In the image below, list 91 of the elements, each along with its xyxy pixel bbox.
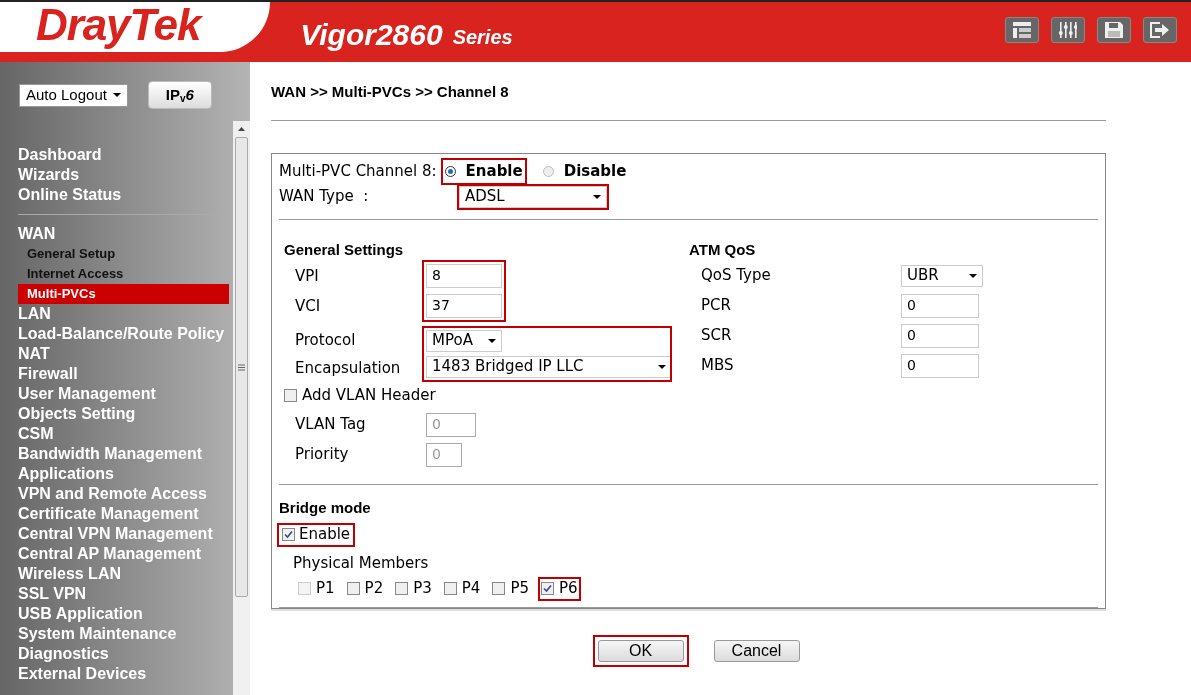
- qos-type-select[interactable]: UBR: [901, 264, 983, 287]
- field-label: SCR: [700, 325, 733, 347]
- checkbox-label: Add VLAN Header: [302, 385, 436, 407]
- vpi-field[interactable]: 8: [426, 263, 502, 288]
- sidebar-item[interactable]: Central VPN Management: [18, 524, 229, 544]
- ipv6-button[interactable]: IP$_{v}$6: [147, 81, 212, 109]
- section-heading: General Settings: [283, 239, 405, 260]
- field-label: PCR: [700, 295, 732, 317]
- sliders-icon: [1059, 22, 1077, 38]
- sidebar-item[interactable]: External Devices: [18, 664, 229, 684]
- checkbox[interactable]: [284, 389, 297, 402]
- sidebar-item[interactable]: WAN: [18, 224, 229, 244]
- member-option[interactable]: P6: [539, 578, 579, 599]
- member-option[interactable]: P5: [491, 578, 530, 599]
- caret-icon: [112, 93, 121, 97]
- model-title: Vigor2860: [300, 20, 443, 50]
- sidebar-item[interactable]: Central AP Management: [18, 544, 229, 564]
- sidebar-item[interactable]: Load-Balance/Route Policy: [18, 324, 229, 344]
- radio-option[interactable]: Disable: [540, 160, 629, 183]
- sidebar-item[interactable]: Bandwidth Management: [18, 444, 229, 464]
- field-label: VLAN Tag: [294, 414, 367, 436]
- sidebar-item[interactable]: Wizards: [18, 165, 229, 185]
- wan-type-label: WAN Type :: [279, 186, 370, 208]
- sidebar-item[interactable]: Objects Setting: [18, 404, 229, 424]
- series-title: Series: [452, 27, 513, 47]
- brand-logo: DrayTek: [36, 3, 201, 47]
- layout-icon: [1013, 22, 1031, 38]
- member-option[interactable]: P4: [442, 578, 482, 599]
- channel-label: Multi-PVC Channel 8:: [279, 161, 437, 183]
- sidebar-item[interactable]: LAN: [18, 304, 229, 324]
- members-label: Physical Members: [292, 552, 430, 574]
- logout-icon: [1150, 22, 1170, 38]
- sidebar-item[interactable]: NAT: [18, 344, 229, 364]
- sidebar-item[interactable]: Online Status: [18, 185, 229, 205]
- field-label: Encapsulation: [295, 357, 402, 379]
- sidebar-item[interactable]: Wireless LAN: [18, 564, 229, 584]
- auto-logout-select[interactable]: Auto Logout: [19, 83, 128, 107]
- section-heading: ATM QoS: [689, 239, 757, 260]
- sidebar-item[interactable]: User Management: [18, 384, 229, 404]
- caret-icon: [658, 364, 666, 369]
- sidebar-item[interactable]: Multi-PVCs: [18, 284, 229, 304]
- sidebar-item[interactable]: Diagnostics: [18, 644, 229, 664]
- encapsulation-select[interactable]: 1483 Bridged IP LLC: [426, 355, 672, 378]
- caret-icon: [488, 338, 496, 343]
- sidebar-item[interactable]: Applications: [18, 464, 229, 484]
- sidebar-item[interactable]: Certificate Management: [18, 504, 229, 524]
- toolbar-button[interactable]: [1051, 17, 1085, 43]
- scroll-thumb[interactable]: [235, 137, 248, 597]
- checkbox[interactable]: [346, 582, 360, 595]
- grip-icon: [238, 363, 245, 371]
- checkbox[interactable]: [282, 528, 295, 541]
- field-label: Protocol: [295, 329, 357, 351]
- checkbox[interactable]: [540, 582, 554, 595]
- caret-icon: [969, 273, 977, 278]
- field-label: QoS Type: [700, 265, 772, 287]
- section-heading: Bridge mode: [279, 497, 372, 518]
- checkbox[interactable]: [395, 582, 409, 595]
- sidebar-item[interactable]: USB Application: [18, 604, 229, 624]
- bridge-enable-option[interactable]: Enable: [279, 524, 354, 545]
- caret-icon: [593, 194, 601, 199]
- wan-type-select[interactable]: ADSL: [459, 185, 607, 208]
- qos-field[interactable]: 0: [901, 293, 979, 318]
- sidebar-item[interactable]: Firewall: [18, 364, 229, 384]
- toolbar-button[interactable]: [1143, 17, 1177, 43]
- member-option[interactable]: P3: [394, 578, 433, 599]
- sidebar-item[interactable]: Dashboard: [18, 145, 229, 165]
- field-label: MBS: [700, 355, 735, 377]
- member-option[interactable]: P2: [345, 578, 385, 599]
- radio-option[interactable]: Enable: [442, 160, 525, 183]
- form-button[interactable]: OK: [592, 634, 689, 667]
- qos-field[interactable]: 0: [901, 323, 979, 348]
- vci-field[interactable]: 37: [426, 293, 502, 318]
- sidebar-item[interactable]: General Setup: [18, 244, 229, 264]
- protocol-select[interactable]: MPoA: [426, 329, 502, 352]
- field-label: VPI: [295, 265, 320, 287]
- toolbar-button[interactable]: [1097, 17, 1131, 43]
- scroll-up-icon[interactable]: [238, 127, 245, 131]
- field-label: VCI: [295, 295, 322, 317]
- sidebar-item[interactable]: CSM: [18, 424, 229, 444]
- checkbox[interactable]: [443, 582, 457, 595]
- sidebar-item[interactable]: SSL VPN: [18, 584, 229, 604]
- toolbar-button[interactable]: [1005, 17, 1039, 43]
- field-label: Priority: [294, 444, 350, 466]
- page-title: WAN >> Multi-PVCs >> Channel 8: [271, 62, 1106, 121]
- save-icon: [1105, 22, 1123, 38]
- sidebar-item[interactable]: System Maintenance: [18, 624, 229, 644]
- sidebar-item[interactable]: Internet Access: [18, 264, 229, 284]
- checkbox[interactable]: [492, 582, 506, 595]
- qos-field[interactable]: 0: [901, 353, 979, 378]
- scrollbar[interactable]: [233, 121, 250, 695]
- sidebar-item[interactable]: VPN and Remote Access: [18, 484, 229, 504]
